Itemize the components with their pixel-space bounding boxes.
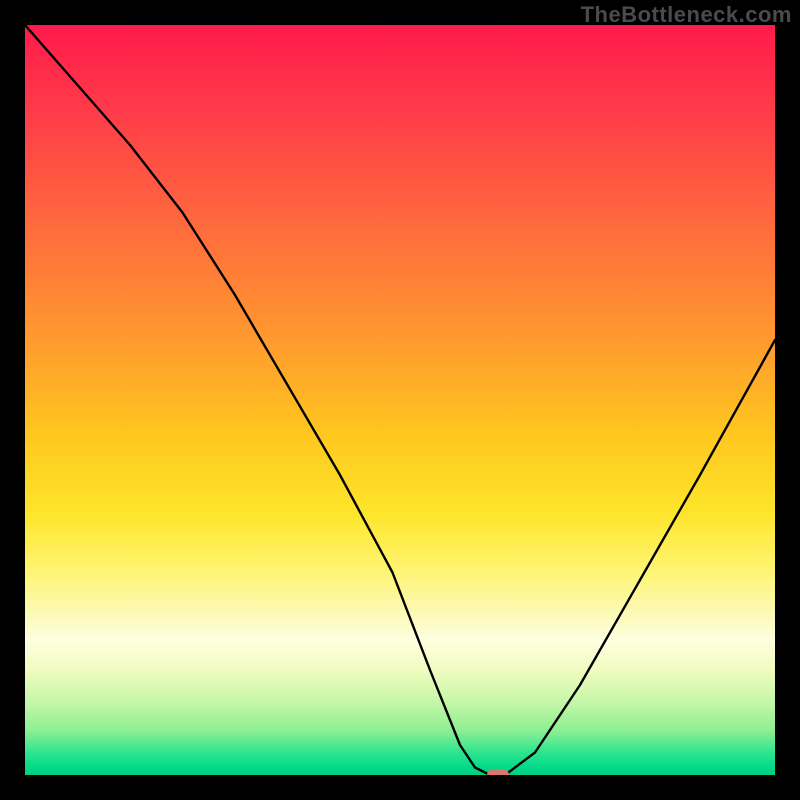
watermark-text: TheBottleneck.com bbox=[581, 2, 792, 28]
curve-path bbox=[25, 25, 775, 775]
min-marker bbox=[487, 770, 509, 776]
chart-container: TheBottleneck.com bbox=[0, 0, 800, 800]
bottleneck-curve bbox=[25, 25, 775, 775]
plot-area bbox=[25, 25, 775, 775]
